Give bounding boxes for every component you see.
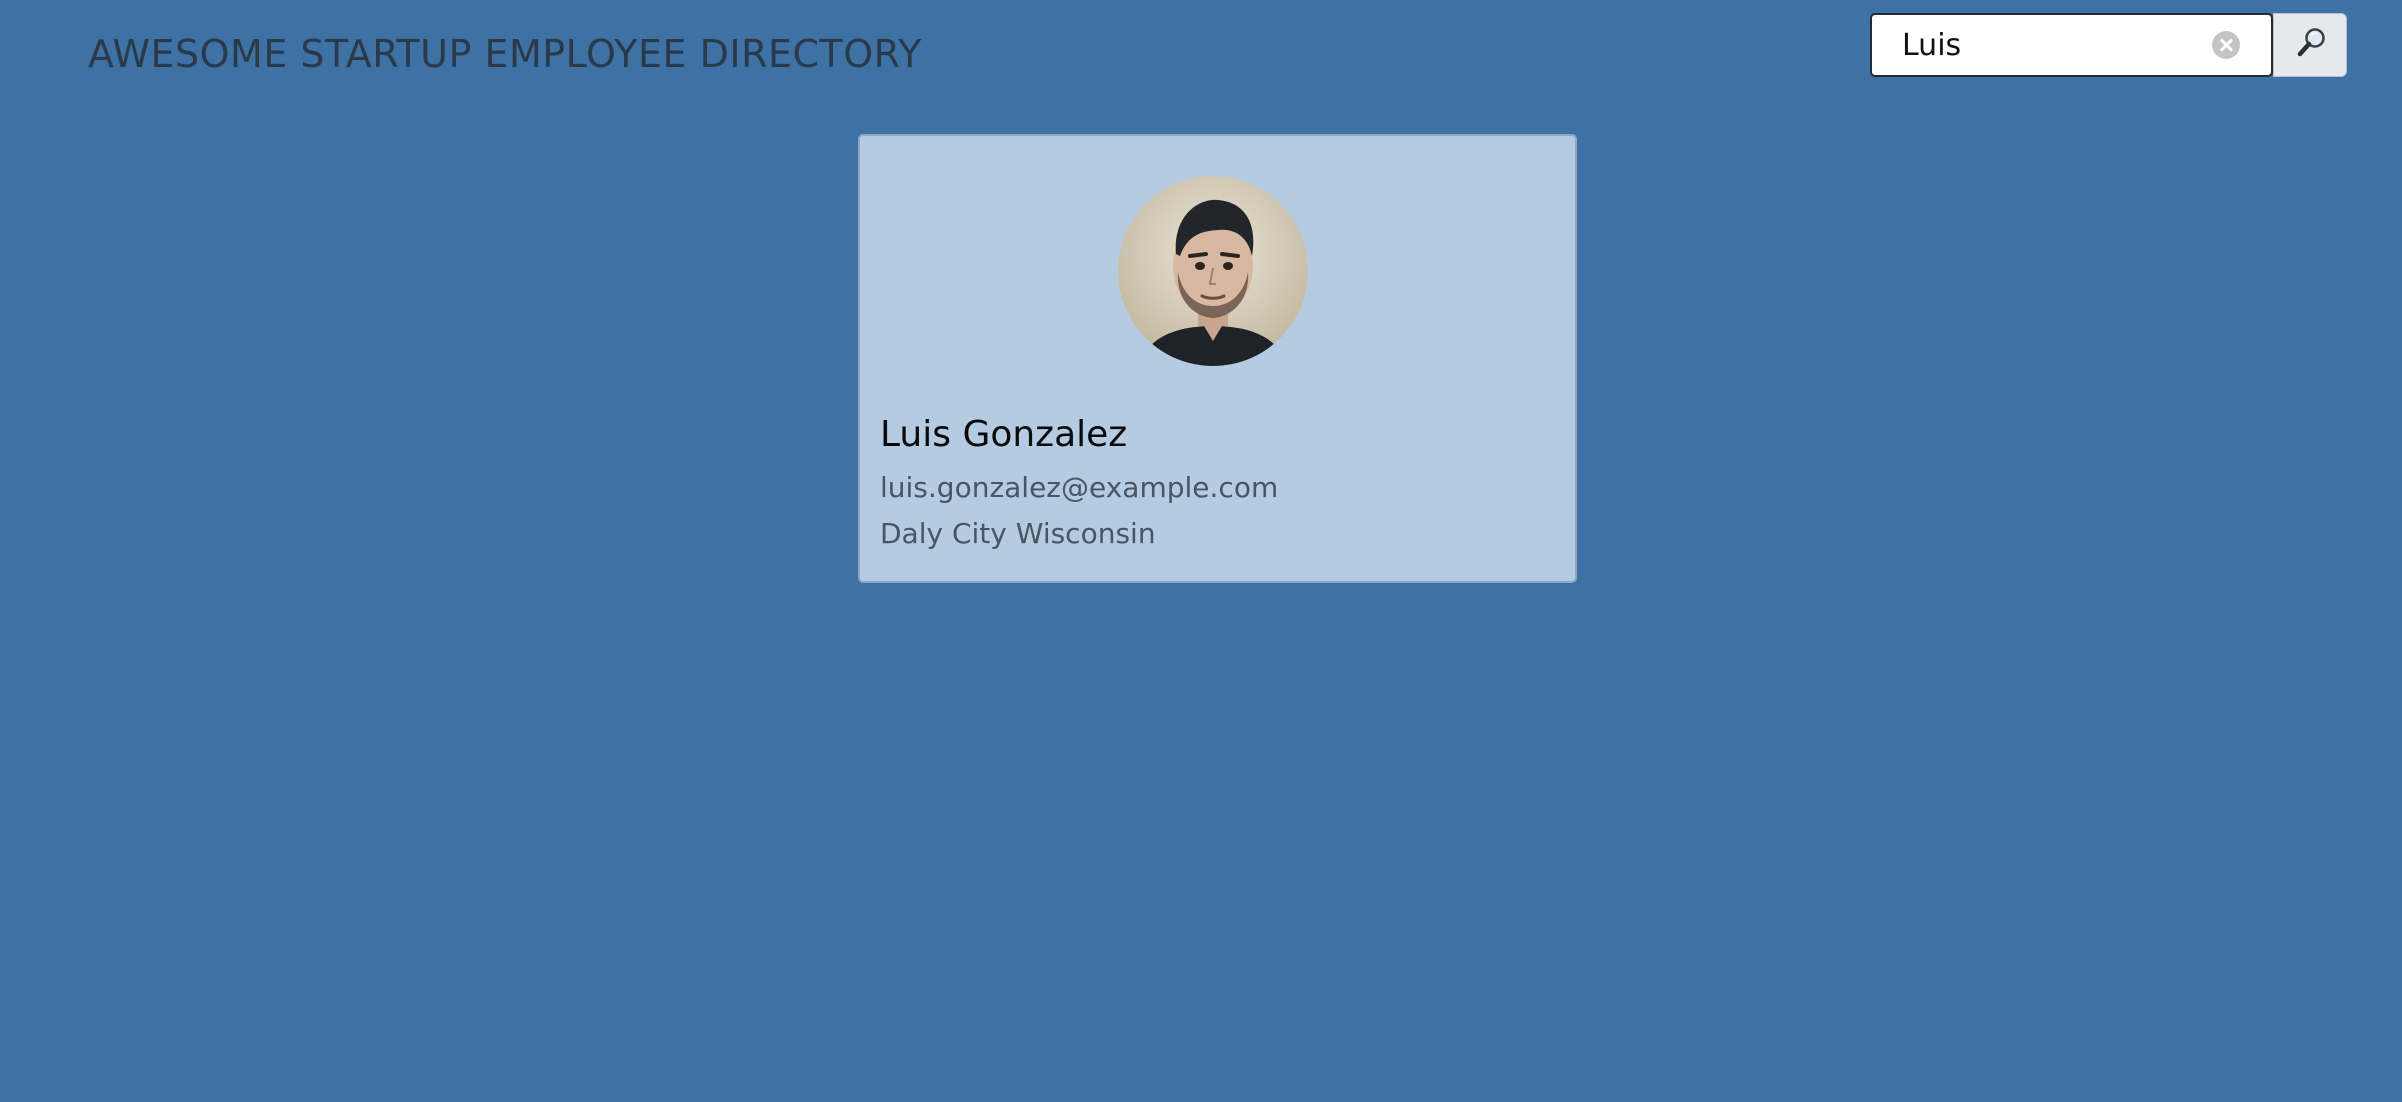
- magnifying-glass-icon: [2297, 28, 2325, 57]
- page-title: AWESOME STARTUP EMPLOYEE DIRECTORY: [88, 32, 922, 76]
- avatar: [1118, 176, 1308, 366]
- search-input[interactable]: [1902, 15, 2202, 75]
- employee-card[interactable]: Luis Gonzalez luis.gonzalez@example.com …: [858, 134, 1577, 583]
- employee-name: Luis Gonzalez: [880, 414, 1128, 455]
- search-form: [1870, 13, 2347, 77]
- employee-email: luis.gonzalez@example.com: [880, 471, 1279, 504]
- employee-location: Daly City Wisconsin: [880, 517, 1156, 550]
- search-button[interactable]: [2273, 13, 2347, 77]
- employee-photo: [1118, 176, 1308, 366]
- clear-search-icon[interactable]: [2212, 31, 2240, 59]
- search-field[interactable]: [1870, 13, 2273, 77]
